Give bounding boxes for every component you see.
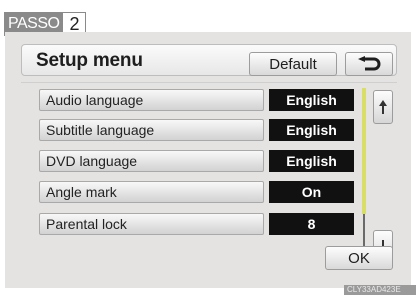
image-code: CLY33AD423E xyxy=(344,285,416,295)
setting-value: English xyxy=(269,89,354,111)
default-button[interactable]: Default xyxy=(249,52,337,76)
setup-menu-panel: Setup menu Default Audio language Englis… xyxy=(5,32,411,288)
setting-label[interactable]: Audio language xyxy=(39,89,264,111)
setting-label[interactable]: Subtitle language xyxy=(39,119,264,141)
scroll-up-icon xyxy=(379,100,387,114)
scrollbar-thumb[interactable] xyxy=(362,88,366,214)
setting-value: English xyxy=(269,119,354,141)
setting-label[interactable]: Angle mark xyxy=(39,181,264,203)
header-divider xyxy=(21,82,397,83)
ok-button[interactable]: OK xyxy=(325,246,393,270)
scroll-up-button[interactable] xyxy=(373,90,393,124)
setting-value: English xyxy=(269,150,354,172)
page-title: Setup menu xyxy=(36,50,143,71)
setting-label[interactable]: Parental lock xyxy=(39,213,264,235)
setting-label[interactable]: DVD language xyxy=(39,150,264,172)
back-arrow-icon xyxy=(358,56,381,71)
setting-value: 8 xyxy=(269,213,354,235)
header-bar: Setup menu xyxy=(21,44,397,76)
setting-value: On xyxy=(269,181,354,203)
back-button[interactable] xyxy=(345,52,393,76)
